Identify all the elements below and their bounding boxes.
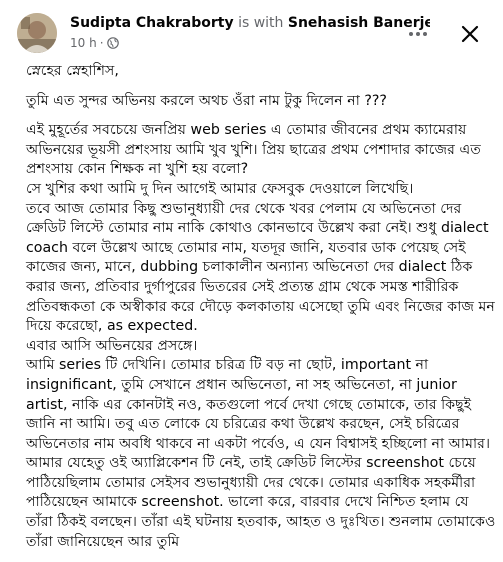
post-header: Sudipta Chakraborty is with Snehasish Ba… (0, 0, 503, 62)
post-timestamp[interactable]: 10 h (70, 35, 97, 51)
post-meta: 10 h · (70, 35, 119, 51)
avatar-photo (17, 13, 57, 53)
post-body: স্নেহের স্নেহাশিস, তুমি এত সুন্দর অভিনয়… (26, 62, 496, 552)
paragraph-2: সে খুশির কথা আমি দু দিন আগেই আমার ফেসবুক… (26, 180, 414, 197)
close-icon[interactable] (456, 20, 484, 48)
globe-icon[interactable] (106, 37, 119, 49)
post-title-line: Sudipta Chakraborty is with Snehasish Ba… (70, 14, 430, 32)
paragraph-4: এবার আসি অভিনয়ের প্রসঙ্গে। (26, 337, 198, 354)
paragraph-1: এই মুহূর্তের সবচেয়ে জনপ্রিয় web series… (26, 122, 481, 178)
author-name[interactable]: Sudipta Chakraborty (70, 15, 234, 31)
greeting: স্নেহের স্নেহাশিস, (26, 63, 119, 79)
avatar[interactable] (17, 13, 57, 53)
question-line: তুমি এত সুন্দর অভিনয় করলে অথচ ওঁরা নাম … (26, 92, 387, 109)
paragraph-5: আমি series টি দেখিনি। তোমার চরিত্র টি বড… (26, 357, 496, 550)
paragraph-3: তবে আজ তোমার কিছু শুভানুধ্যায়ী দের থেকে… (26, 200, 495, 335)
more-options-icon[interactable] (404, 22, 432, 46)
meta-separator: · (99, 36, 104, 50)
tag-connector: is with (238, 15, 284, 31)
